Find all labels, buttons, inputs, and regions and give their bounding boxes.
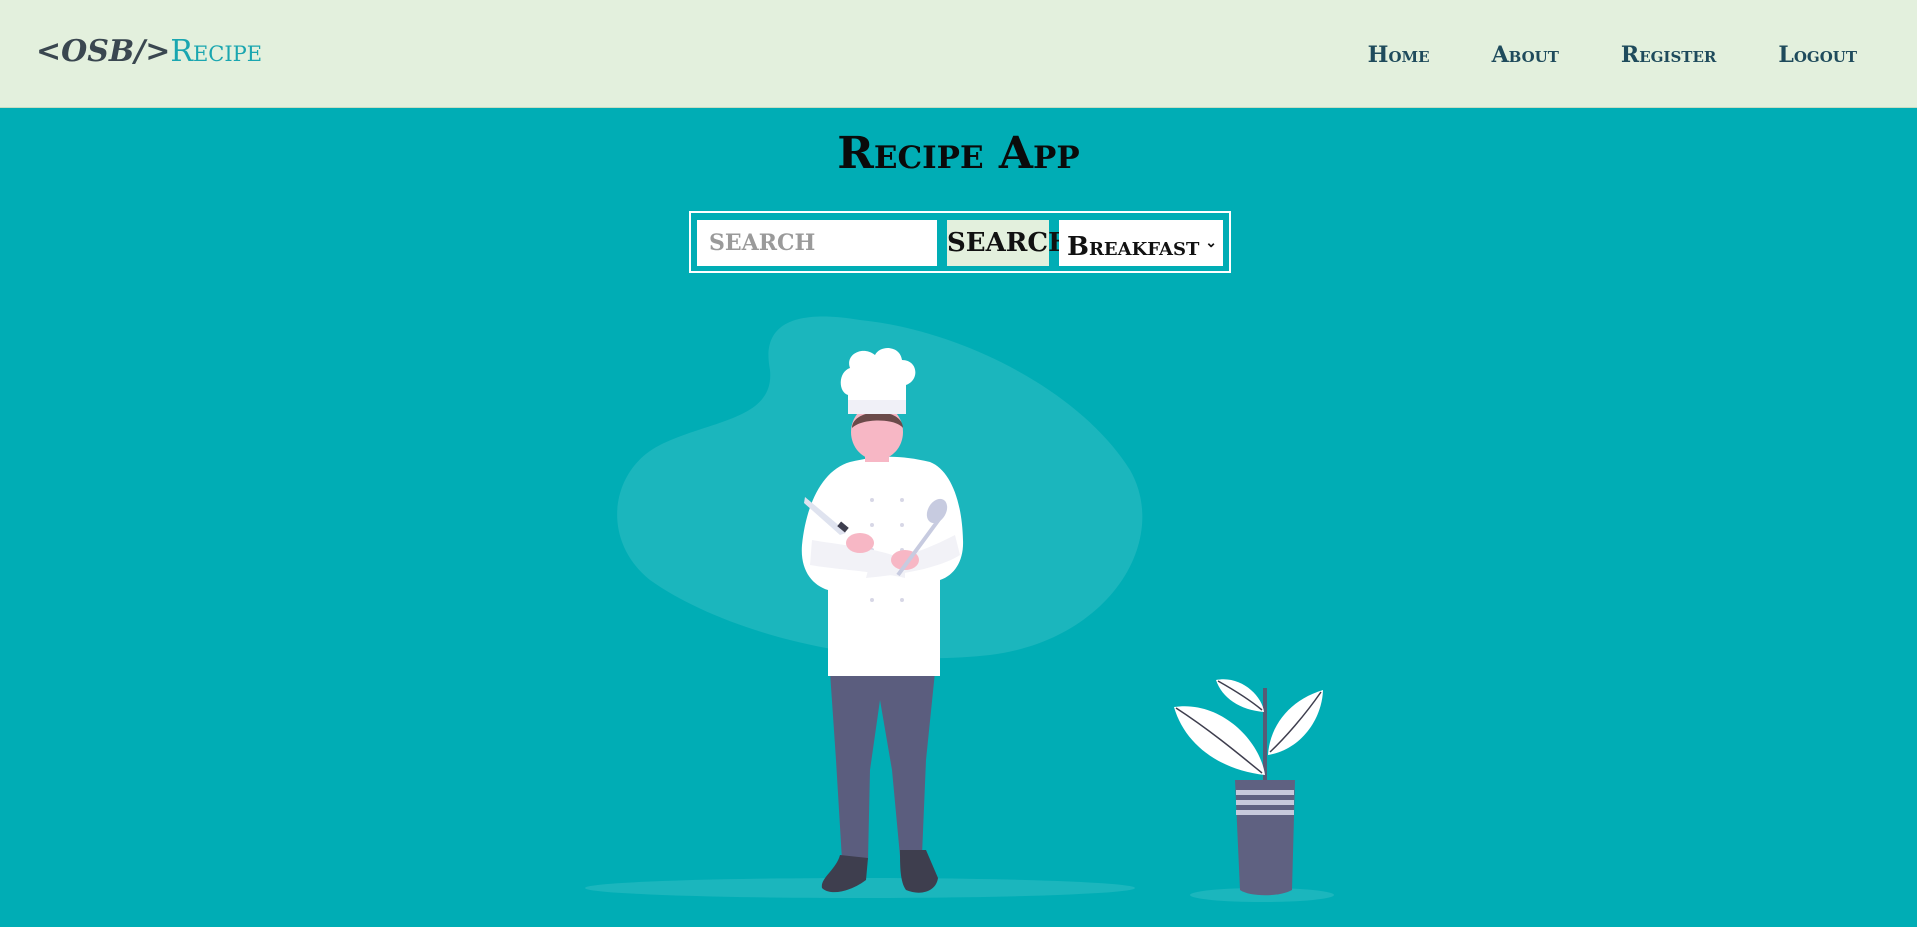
chef-illustration <box>585 316 1334 902</box>
plant-illustration <box>1174 679 1323 896</box>
